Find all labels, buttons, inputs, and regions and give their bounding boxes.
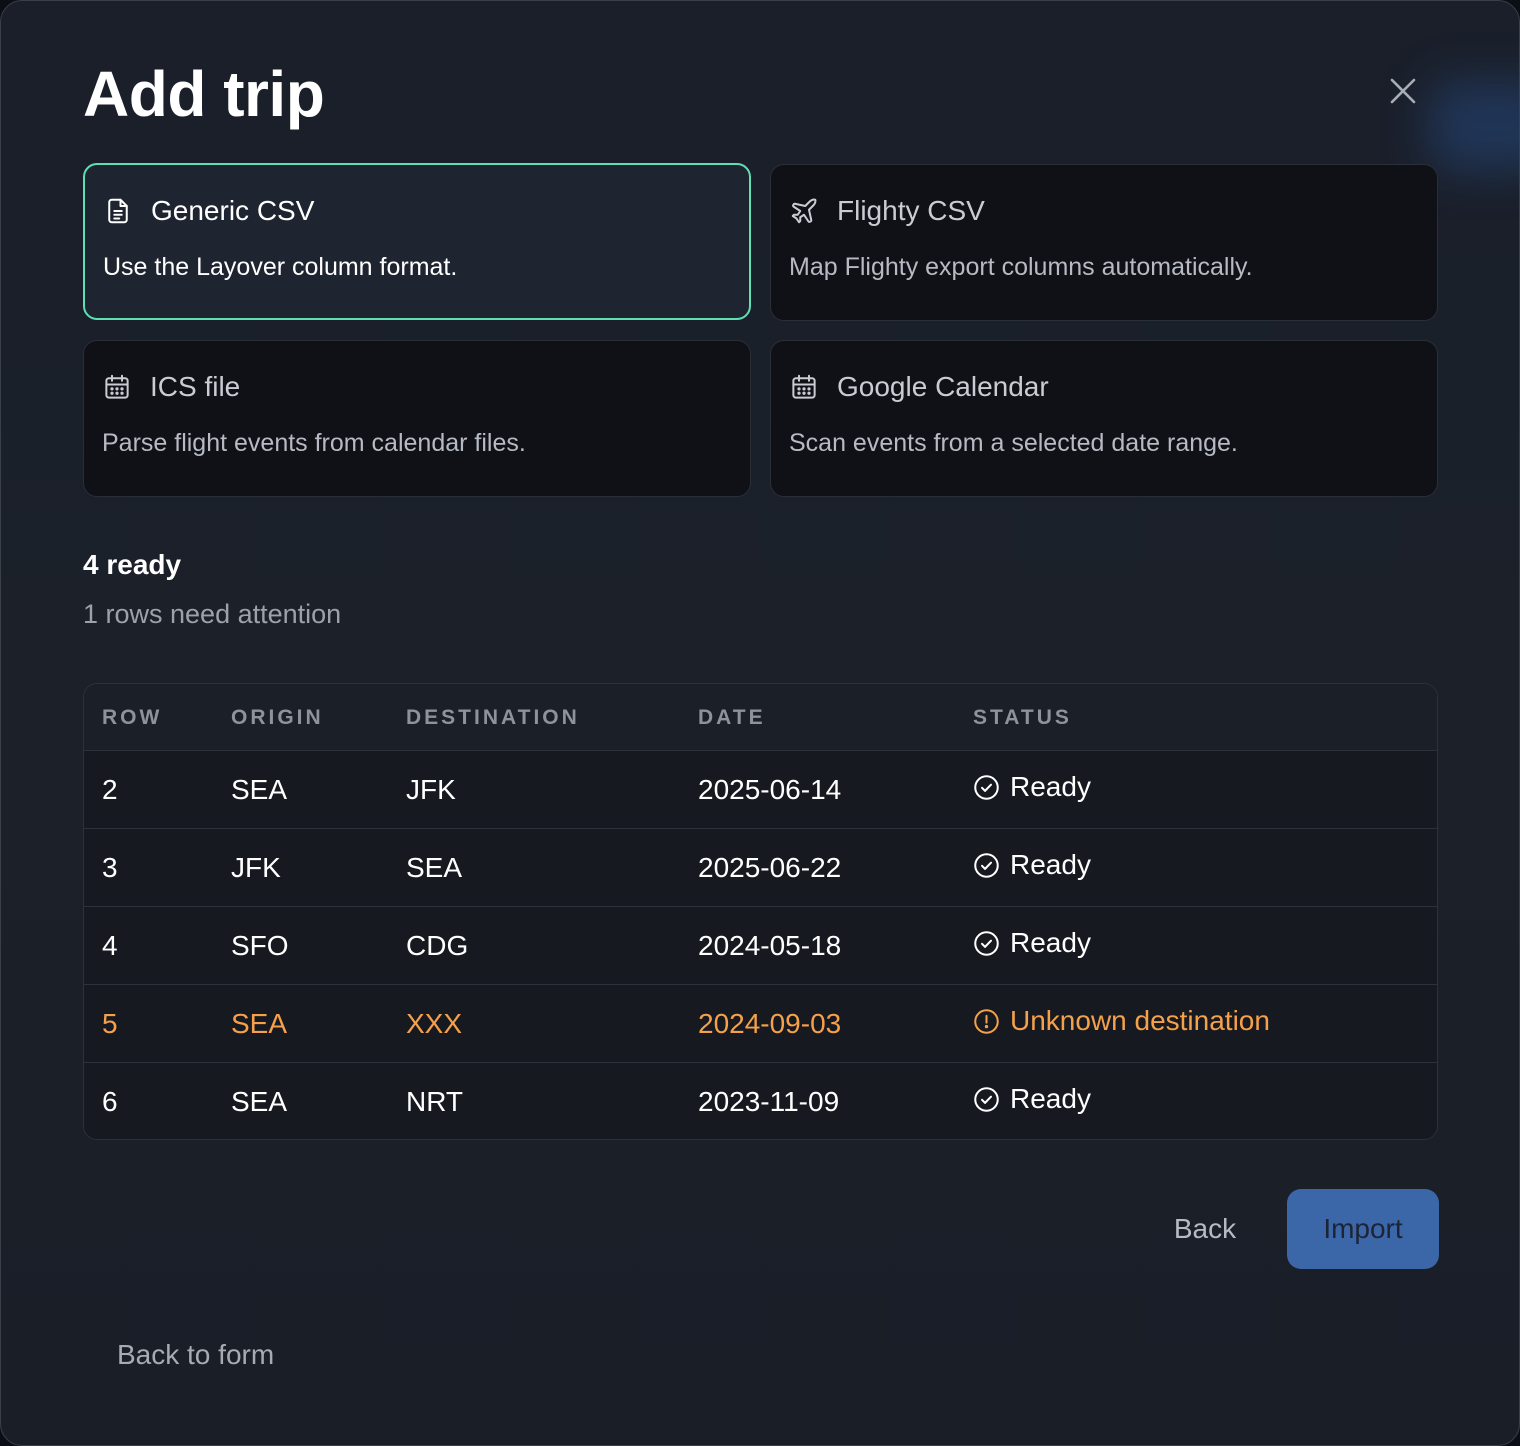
close-icon: [1390, 78, 1416, 104]
destination-cell: NRT: [406, 1086, 464, 1117]
source-card-header: ICS file: [102, 371, 240, 403]
status-label: Ready: [1010, 849, 1091, 880]
close-button[interactable]: [1383, 71, 1423, 111]
source-card-header: Google Calendar: [789, 371, 1049, 403]
row-number: 3: [102, 852, 118, 883]
source-card-description: Scan events from a selected date range.: [789, 429, 1238, 457]
origin-cell: SEA: [231, 774, 288, 805]
destination-cell: JFK: [406, 774, 456, 805]
row-number: 2: [102, 774, 118, 805]
source-card-header: Generic CSV: [103, 195, 314, 227]
source-card-header: Flighty CSV: [789, 195, 985, 227]
source-card-description: Use the Layover column format.: [103, 253, 458, 281]
back-to-form-link[interactable]: Back to form: [117, 1339, 274, 1371]
table-header: ROW ORIGIN DESTINATION DATE STATUS: [84, 684, 1437, 751]
status-cell: Ready: [973, 771, 1091, 803]
destination-cell: CDG: [406, 930, 469, 961]
date-cell: 2024-09-03: [698, 1008, 842, 1039]
date-cell: 2024-05-18: [698, 930, 842, 961]
destination-cell: XXX: [406, 1008, 463, 1039]
ready-count: 4 ready: [83, 549, 182, 580]
destination-cell: SEA: [406, 852, 463, 883]
source-card-flighty-csv[interactable]: Flighty CSV Map Flighty export columns a…: [770, 164, 1438, 321]
source-card-ics-file[interactable]: ICS file Parse flight events from calend…: [83, 340, 751, 497]
source-card-name: Google Calendar: [837, 371, 1049, 402]
alert-circle-icon: [974, 1008, 999, 1034]
origin-cell: JFK: [231, 852, 281, 883]
source-card-description: Map Flighty export columns automatically…: [789, 253, 1253, 281]
calendar-icon: [102, 372, 132, 402]
background-glow: [1429, 81, 1519, 171]
column-header-status: STATUS: [973, 706, 1072, 729]
source-card-google-calendar[interactable]: Google Calendar Scan events from a selec…: [770, 340, 1438, 497]
table-row: 6 SEA NRT 2023-11-09 Ready: [84, 1063, 1437, 1139]
date-cell: 2025-06-14: [698, 774, 842, 805]
add-trip-dialog: Add trip Generic CSV Use the Layover col…: [0, 0, 1520, 1446]
date-cell: 2025-06-22: [698, 852, 842, 883]
row-number: 6: [102, 1086, 118, 1117]
import-preview-table: ROW ORIGIN DESTINATION DATE STATUS 2 SEA…: [83, 683, 1438, 1140]
status-label: Ready: [1010, 1083, 1091, 1114]
plane-icon: [789, 196, 819, 226]
source-card-description: Parse flight events from calendar files.: [102, 429, 526, 457]
table-row: 4 SFO CDG 2024-05-18 Ready: [84, 907, 1437, 985]
status-cell: Ready: [973, 849, 1091, 881]
source-card-generic-csv[interactable]: Generic CSV Use the Layover column forma…: [83, 163, 751, 320]
dialog-title: Add trip: [83, 58, 325, 130]
calendar-icon: [789, 372, 819, 402]
check-circle-icon: [974, 930, 999, 956]
table-row: 2 SEA JFK 2025-06-14 Ready: [84, 751, 1437, 829]
source-card-name: Flighty CSV: [837, 195, 985, 226]
column-header-origin: ORIGIN: [231, 706, 324, 729]
column-header-destination: DESTINATION: [406, 706, 580, 729]
status-label: Unknown destination: [1010, 1005, 1270, 1036]
origin-cell: SEA: [231, 1086, 288, 1117]
column-header-row: ROW: [102, 706, 163, 729]
date-cell: 2023-11-09: [698, 1086, 840, 1117]
check-circle-icon: [974, 1086, 999, 1112]
table-row-warning: 5 SEA XXX 2024-09-03 Unknown destination: [84, 985, 1437, 1063]
status-cell: Ready: [973, 927, 1091, 959]
origin-cell: SFO: [231, 930, 289, 961]
check-circle-icon: [974, 852, 999, 878]
import-button[interactable]: Import: [1287, 1189, 1439, 1269]
attention-count: 1 rows need attention: [83, 599, 342, 629]
check-circle-icon: [974, 774, 999, 800]
status-label: Ready: [1010, 927, 1091, 958]
origin-cell: SEA: [231, 1008, 288, 1039]
row-number: 4: [102, 930, 118, 961]
status-cell: Unknown destination: [973, 1005, 1270, 1037]
row-number: 5: [102, 1008, 118, 1039]
column-header-date: DATE: [698, 706, 766, 729]
source-card-name: ICS file: [150, 371, 241, 402]
file-text-icon: [103, 196, 133, 226]
table-row: 3 JFK SEA 2025-06-22 Ready: [84, 829, 1437, 907]
source-card-name: Generic CSV: [151, 195, 315, 226]
status-label: Ready: [1010, 771, 1091, 802]
back-button[interactable]: Back: [1151, 1196, 1259, 1262]
status-cell: Ready: [973, 1083, 1091, 1115]
